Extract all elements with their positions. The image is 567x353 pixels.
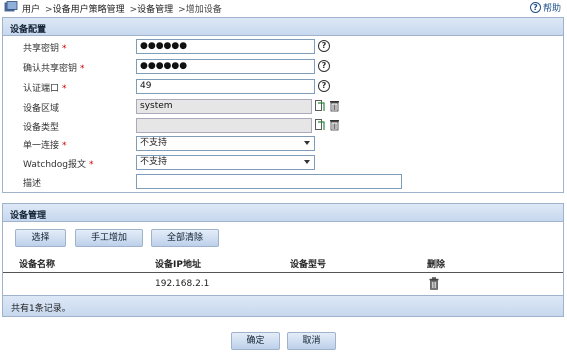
breadcrumb-item-user[interactable]: 用户 [22, 5, 40, 15]
table-row: 192.168.2.1 [3, 274, 563, 294]
chevron-down-icon [304, 160, 310, 164]
single-connection-row: 单一连接 * 不支持 [3, 135, 563, 153]
device-zone-input: system [136, 99, 312, 114]
description-row: 描述 [3, 173, 563, 191]
column-delete: 删除 [427, 260, 446, 270]
breadcrumb-separator: > [178, 5, 186, 15]
device-type-input [136, 118, 312, 133]
clear-all-button[interactable]: 全部清除 [151, 229, 219, 247]
table-header: 设备名称 设备IP地址 设备型号 删除 [3, 253, 563, 273]
device-config-title: 设备配置 [3, 18, 563, 36]
select-button[interactable]: 选择 [15, 229, 66, 247]
watchdog-label: Watchdog报文 * [23, 160, 94, 170]
cancel-button[interactable]: 取消 [287, 332, 336, 350]
shared-key-row: 共享密钥 * ●●●●●● ? [3, 38, 563, 56]
column-device-model: 设备型号 [290, 260, 327, 270]
trash-icon[interactable] [329, 100, 340, 112]
device-zone-label: 设备区域 [23, 104, 60, 114]
confirm-key-row: 确认共享密钥 * ●●●●●● ? [3, 58, 563, 76]
breadcrumb-separator: > [45, 5, 53, 15]
help-link[interactable]: ? 帮助 [529, 1, 561, 14]
ok-button[interactable]: 确定 [231, 332, 280, 350]
column-device-ip: 设备IP地址 [155, 260, 201, 270]
select-zone-icon[interactable] [315, 100, 326, 112]
auth-port-input[interactable]: 49 [136, 79, 315, 94]
users-icon [4, 1, 18, 12]
help-mark-icon[interactable]: ? [318, 60, 330, 72]
single-connection-value: 不支持 [140, 138, 168, 148]
watchdog-value: 不支持 [140, 157, 168, 167]
cell-device-ip: 192.168.2.1 [155, 279, 210, 289]
breadcrumb-item-current: 增加设备 [185, 5, 222, 15]
select-type-icon[interactable] [315, 119, 326, 131]
trash-icon[interactable] [429, 277, 439, 290]
description-label: 描述 [23, 179, 42, 189]
watchdog-row: Watchdog报文 * 不支持 [3, 154, 563, 172]
watchdog-select[interactable]: 不支持 [136, 155, 315, 170]
device-type-row: 设备类型 [3, 117, 563, 135]
device-zone-row: 设备区域 system [3, 98, 563, 116]
trash-icon[interactable] [329, 119, 340, 131]
manual-add-button[interactable]: 手工增加 [75, 229, 143, 247]
column-device-name: 设备名称 [19, 260, 56, 270]
single-connection-select[interactable]: 不支持 [136, 136, 315, 151]
record-count: 共有1条记录。 [11, 304, 71, 314]
chevron-down-icon [304, 141, 310, 145]
confirm-key-input[interactable]: ●●●●●● [136, 59, 315, 74]
shared-key-input[interactable]: ●●●●●● [136, 39, 315, 54]
auth-port-row: 认证端口 * 49 ? [3, 78, 563, 96]
breadcrumb-separator: > [129, 5, 138, 15]
device-config-panel: 设备配置 共享密钥 * ●●●●●● ? 确认共享密钥 * ●●●●●● ? 认证端… [2, 17, 564, 193]
help-label: 帮助 [542, 4, 561, 14]
confirm-key-label: 确认共享密钥 * [23, 64, 85, 74]
help-mark-icon[interactable]: ? [318, 80, 330, 92]
breadcrumb-item-policy[interactable]: 设备用户策略管理 [53, 5, 125, 15]
device-type-label: 设备类型 [23, 123, 60, 133]
single-connection-label: 单一连接 * [23, 141, 67, 151]
breadcrumb-item-device-management[interactable]: 设备管理 [137, 5, 173, 15]
breadcrumb: 用户 >设备用户策略管理 >设备管理 >增加设备 ? 帮助 [0, 0, 567, 15]
table-summary: 共有1条记录。 [3, 295, 563, 316]
help-mark-icon[interactable]: ? [318, 40, 330, 52]
device-management-title: 设备管理 [3, 204, 563, 222]
description-input[interactable] [136, 174, 402, 189]
auth-port-label: 认证端口 * [23, 84, 67, 94]
shared-key-label: 共享密钥 * [23, 44, 67, 54]
help-icon: ? [529, 2, 541, 13]
device-management-panel: 设备管理 选择 手工增加 全部清除 设备名称 设备IP地址 设备型号 删除 19… [2, 203, 564, 317]
